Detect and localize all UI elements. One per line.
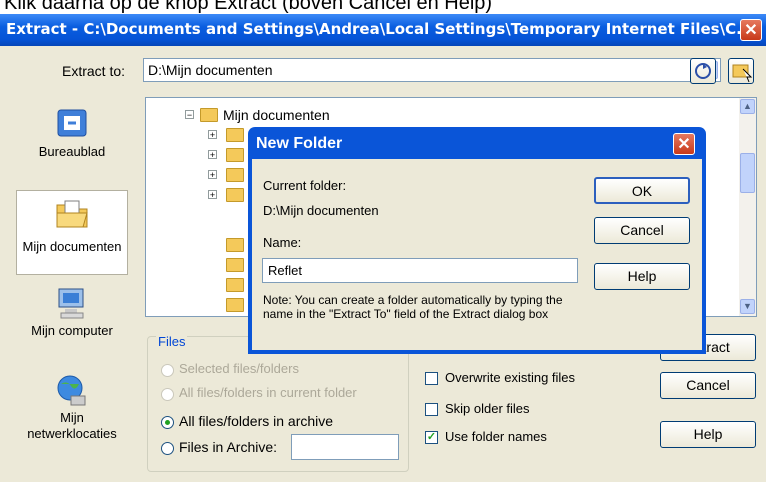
- browse-folder-button[interactable]: [690, 58, 716, 84]
- skip-older-label: Skip older files: [445, 401, 530, 416]
- scroll-thumb[interactable]: [740, 153, 755, 193]
- tree-root-label: Mijn documenten: [223, 107, 330, 123]
- folder-icon: [200, 108, 218, 122]
- folder-icon: [226, 278, 244, 292]
- radio-all-in-archive-label: All files/folders in archive: [179, 413, 334, 429]
- radio-current-folder-label: All files/folders in current folder: [179, 385, 357, 400]
- radio-selected-files[interactable]: [161, 364, 174, 377]
- places-bar: Bureaublad Mijn documenten Mijn computer…: [16, 100, 128, 475]
- tree-expand-toggle[interactable]: +: [208, 130, 217, 140]
- tree-collapse-toggle[interactable]: −: [185, 110, 194, 120]
- extract-to-label: Extract to:: [62, 63, 126, 79]
- close-icon: ✕: [677, 136, 691, 153]
- tree-expand-toggle[interactable]: +: [208, 150, 217, 160]
- ok-button[interactable]: OK: [594, 177, 690, 204]
- new-folder-button[interactable]: [728, 58, 754, 84]
- place-network[interactable]: Mijn netwerklocaties: [16, 372, 128, 442]
- place-desktop-label: Bureaublad: [38, 144, 106, 159]
- overwrite-checkbox[interactable]: [425, 372, 438, 385]
- folder-icon: [226, 298, 244, 312]
- radio-current-folder[interactable]: [161, 388, 174, 401]
- folder-name-input[interactable]: Reflet: [262, 258, 578, 283]
- folder-icon: [226, 148, 244, 162]
- close-icon: ✕: [744, 22, 758, 39]
- window-close-button[interactable]: ✕: [740, 19, 762, 41]
- files-group-title: Files: [156, 334, 188, 349]
- my-documents-icon: [53, 195, 91, 233]
- new-folder-dialog: New Folder ✕ Current folder: D:\Mijn doc…: [248, 127, 706, 354]
- new-folder-dialog-title: New Folder: [256, 135, 343, 152]
- use-folder-names-checkbox[interactable]: ✓: [425, 431, 438, 444]
- radio-selected-files-label: Selected files/folders: [179, 361, 299, 376]
- place-network-label: Mijn netwerklocaties: [27, 410, 117, 441]
- extract-to-combobox[interactable]: D:\Mijn documenten: [143, 58, 721, 82]
- window-title: Extract - C:\Documents and Settings\Andr…: [6, 20, 754, 38]
- place-my-documents-label: Mijn documenten: [22, 239, 122, 254]
- caption-text: Klik daarna op de knop Extract (boven Ca…: [4, 0, 493, 14]
- place-my-computer-label: Mijn computer: [31, 323, 113, 338]
- folder-icon: [226, 168, 244, 182]
- files-in-archive-input[interactable]: [291, 434, 399, 460]
- extract-to-value: D:\Mijn documenten: [148, 62, 273, 78]
- folder-icon: [226, 128, 244, 142]
- radio-files-in-archive-label: Files in Archive:: [179, 439, 278, 455]
- place-my-computer[interactable]: Mijn computer: [16, 285, 128, 338]
- help-button[interactable]: Help: [660, 421, 756, 448]
- place-my-documents[interactable]: Mijn documenten: [16, 190, 128, 275]
- new-folder-close-button[interactable]: ✕: [673, 133, 695, 155]
- refresh-folder-icon: [695, 63, 711, 79]
- skip-older-checkbox[interactable]: [425, 403, 438, 416]
- caption-strip: Klik daarna op de knop Extract (boven Ca…: [0, 0, 766, 14]
- place-desktop[interactable]: Bureaublad: [16, 106, 128, 159]
- scroll-down-button[interactable]: ▼: [740, 299, 755, 314]
- current-folder-value: D:\Mijn documenten: [263, 203, 379, 218]
- folder-icon: [226, 258, 244, 272]
- cancel-button[interactable]: Cancel: [660, 372, 756, 399]
- folder-name-value: Reflet: [268, 263, 302, 278]
- folder-icon: [226, 238, 244, 252]
- tree-scrollbar[interactable]: ▲ ▼: [739, 98, 756, 316]
- radio-all-in-archive[interactable]: [161, 416, 174, 429]
- scroll-up-button[interactable]: ▲: [740, 99, 755, 114]
- new-folder-dialog-body: Current folder: D:\Mijn documenten Name:…: [252, 159, 702, 350]
- use-folder-names-label: Use folder names: [445, 429, 547, 444]
- folder-icon: [226, 188, 244, 202]
- new-folder-icon: [732, 64, 753, 83]
- network-places-icon: [53, 372, 91, 410]
- tree-expand-toggle[interactable]: +: [208, 170, 217, 180]
- title-bar: Extract - C:\Documents and Settings\Andr…: [0, 14, 766, 46]
- desktop-icon: [53, 106, 91, 144]
- name-label: Name:: [263, 235, 302, 250]
- tree-expand-toggle[interactable]: +: [208, 190, 217, 200]
- radio-files-in-archive[interactable]: [161, 442, 174, 455]
- my-computer-icon: [53, 285, 91, 323]
- files-group: Files Selected files/folders All files/f…: [147, 334, 409, 472]
- current-folder-label: Current folder:: [263, 178, 347, 193]
- dialog-help-button[interactable]: Help: [594, 263, 690, 290]
- overwrite-label: Overwrite existing files: [445, 370, 576, 385]
- note-text: Note: You can create a folder automatica…: [263, 293, 563, 321]
- dialog-cancel-button[interactable]: Cancel: [594, 217, 690, 244]
